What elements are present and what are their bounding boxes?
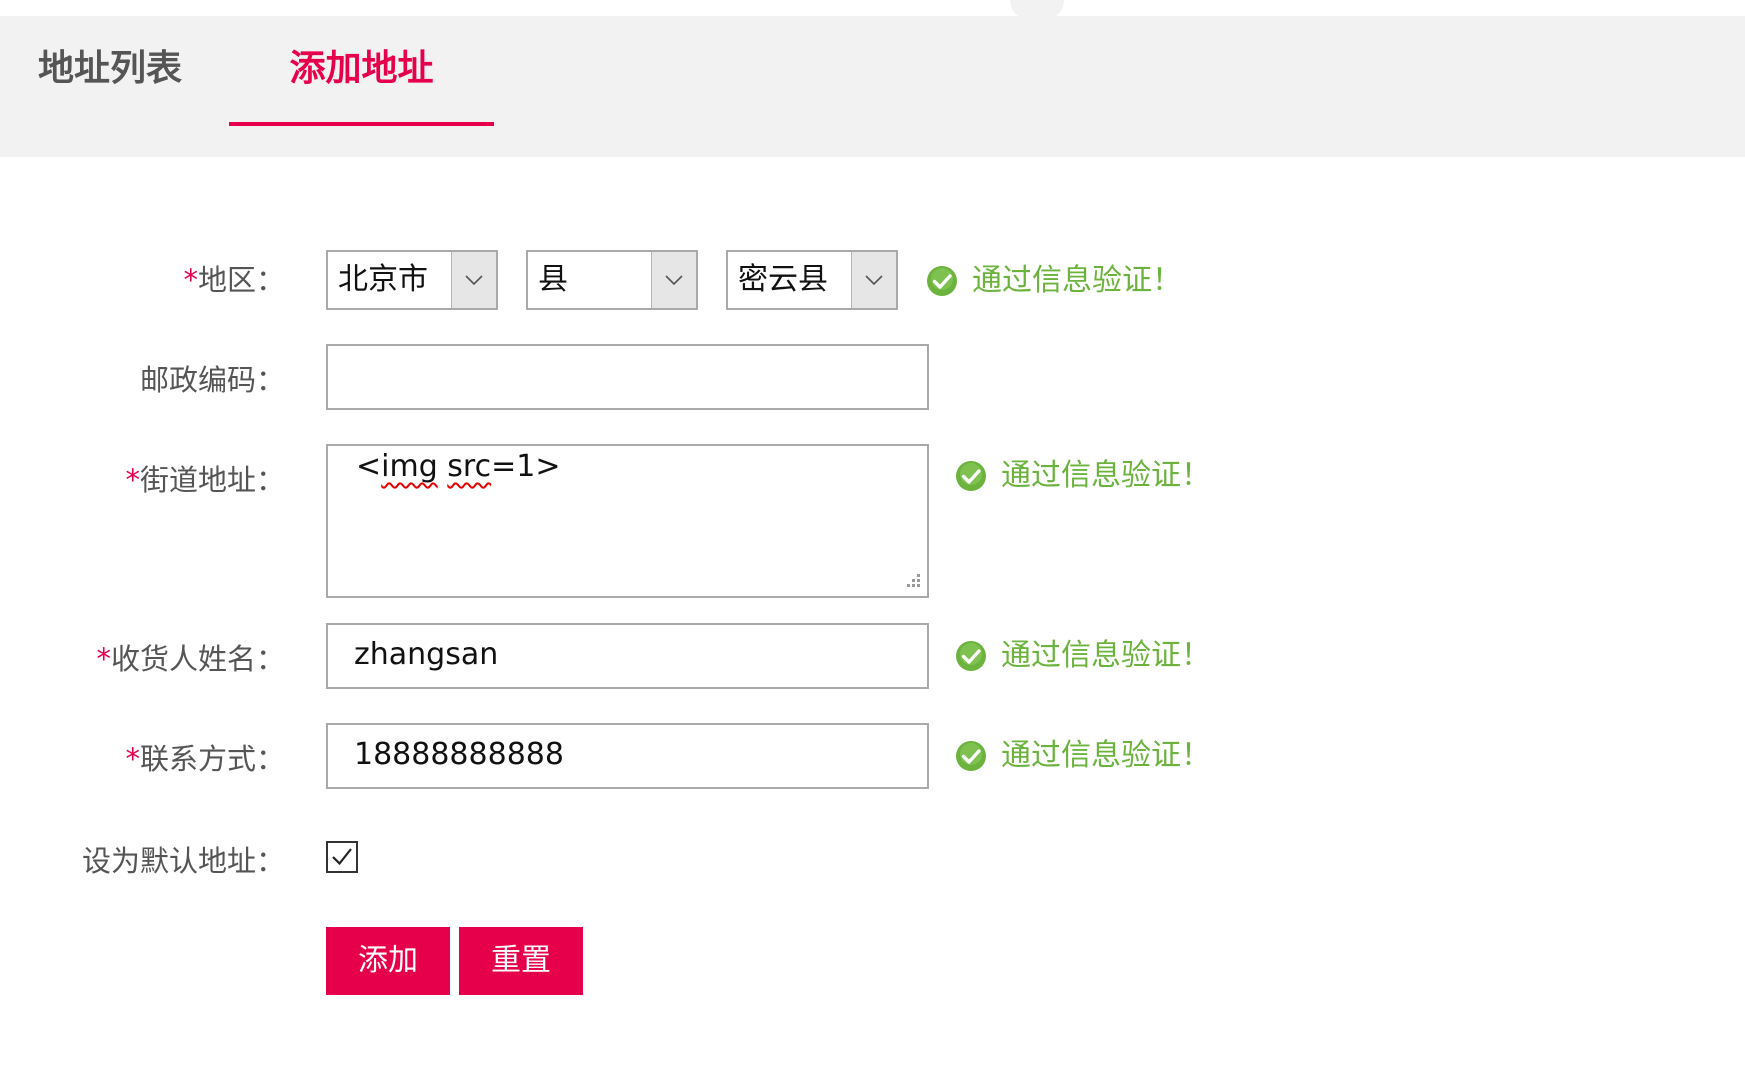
resize-grip-icon[interactable] bbox=[903, 572, 921, 590]
street-value: <img src=1> bbox=[356, 452, 560, 482]
postcode-label: 邮政编码： bbox=[139, 363, 285, 397]
check-circle-icon bbox=[956, 641, 986, 671]
region-label-text: 地区： bbox=[197, 263, 285, 297]
street-row: *街道地址： <img src=1> 通过信息验证！ bbox=[0, 444, 1745, 598]
name-input[interactable]: zhangsan bbox=[326, 623, 929, 689]
reset-button[interactable]: 重置 bbox=[459, 927, 583, 995]
province-select[interactable]: 北京市 bbox=[326, 250, 498, 310]
chevron-down-icon bbox=[451, 252, 496, 308]
city-value: 县 bbox=[538, 262, 568, 297]
checkmark-icon bbox=[332, 848, 352, 866]
street-value-part: src bbox=[447, 449, 492, 484]
province-value: 北京市 bbox=[338, 262, 428, 297]
tab-add-address[interactable]: 添加地址 bbox=[229, 16, 494, 126]
postcode-row: 邮政编码： bbox=[0, 344, 1745, 410]
street-label-text: 街道地址： bbox=[139, 463, 285, 497]
tab-address-list[interactable]: 地址列表 bbox=[0, 16, 220, 122]
street-label: *街道地址： bbox=[125, 466, 285, 495]
valid-text: 通过信息验证！ bbox=[972, 263, 1182, 298]
check-circle-icon bbox=[956, 461, 986, 491]
name-row: *收货人姓名： zhangsan 通过信息验证！ bbox=[0, 623, 1745, 689]
chevron-down-icon bbox=[851, 252, 896, 308]
default-row: 设为默认地址： bbox=[0, 838, 1745, 878]
region-label: *地区： bbox=[183, 266, 285, 295]
valid-text: 通过信息验证！ bbox=[1001, 738, 1211, 773]
required-mark: * bbox=[183, 263, 198, 297]
postcode-input[interactable] bbox=[326, 344, 929, 410]
street-value-part: < bbox=[356, 449, 382, 484]
phone-label: *联系方式： bbox=[125, 745, 285, 774]
required-mark: * bbox=[125, 463, 140, 497]
street-valid-message: 通过信息验证！ bbox=[955, 460, 1211, 492]
check-circle-icon bbox=[956, 741, 986, 771]
required-mark: * bbox=[96, 642, 111, 676]
name-value: zhangsan bbox=[354, 637, 499, 672]
region-valid-message: 通过信息验证！ bbox=[926, 265, 1182, 297]
district-value: 密云县 bbox=[738, 262, 828, 297]
phone-valid-message: 通过信息验证！ bbox=[955, 740, 1211, 772]
street-value-part bbox=[438, 449, 448, 484]
phone-label-text: 联系方式： bbox=[139, 742, 285, 776]
valid-text: 通过信息验证！ bbox=[1001, 458, 1211, 493]
street-textarea[interactable]: <img src=1> bbox=[326, 444, 929, 598]
check-circle-icon bbox=[927, 266, 957, 296]
default-label: 设为默认地址： bbox=[81, 844, 285, 878]
default-checkbox[interactable] bbox=[326, 841, 358, 873]
name-valid-message: 通过信息验证！ bbox=[955, 640, 1211, 672]
phone-input[interactable]: 18888888888 bbox=[326, 723, 929, 789]
chevron-down-icon bbox=[651, 252, 696, 308]
name-label: *收货人姓名： bbox=[96, 645, 285, 674]
add-button[interactable]: 添加 bbox=[326, 927, 450, 995]
phone-row: *联系方式： 18888888888 通过信息验证！ bbox=[0, 723, 1745, 789]
valid-text: 通过信息验证！ bbox=[1001, 638, 1211, 673]
street-value-part: =1> bbox=[491, 449, 561, 484]
region-row: *地区： 北京市 县 密云县 通过信息验证！ bbox=[0, 250, 1745, 314]
city-select[interactable]: 县 bbox=[526, 250, 698, 310]
district-select[interactable]: 密云县 bbox=[726, 250, 898, 310]
street-value-part: img bbox=[381, 449, 438, 484]
required-mark: * bbox=[125, 742, 140, 776]
name-label-text: 收货人姓名： bbox=[110, 642, 285, 676]
phone-value: 18888888888 bbox=[354, 737, 564, 772]
tab-bar: 地址列表 添加地址 bbox=[0, 16, 1745, 157]
